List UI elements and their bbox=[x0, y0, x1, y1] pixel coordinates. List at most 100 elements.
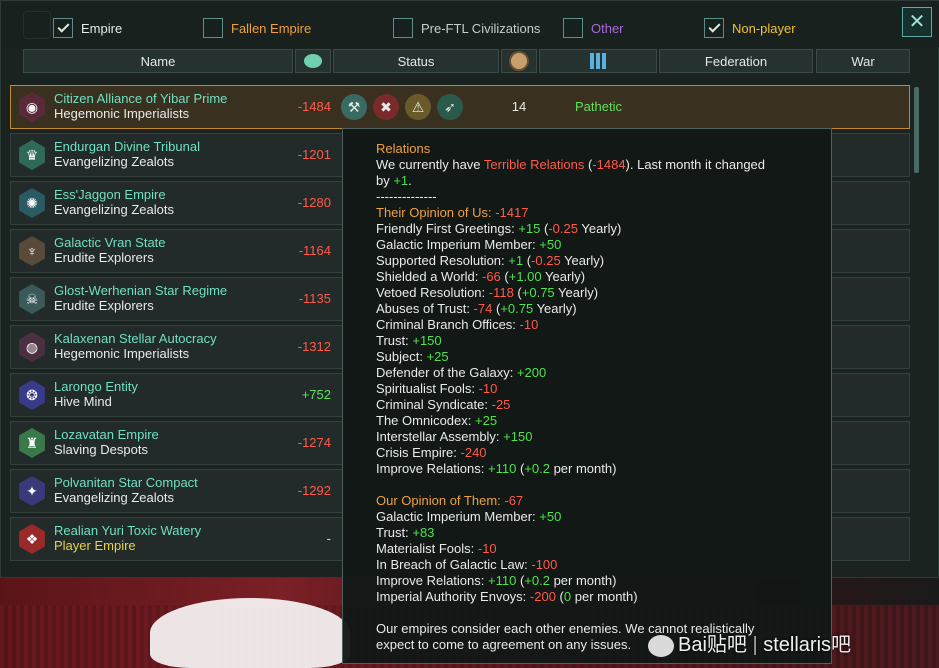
tooltip-text: -10 bbox=[519, 317, 539, 332]
opinion-modifier: Galactic Imperium Member: +50 bbox=[376, 509, 831, 525]
status-icons: ⚒ ✖ ⚠ ➶ bbox=[341, 94, 463, 120]
opinion-modifier: Improve Relations: +110 (+0.2 per month) bbox=[376, 461, 831, 477]
tooltip-text: Vetoed Resolution: bbox=[376, 285, 489, 300]
tooltip-text: Their Opinion of Us: bbox=[376, 205, 496, 220]
tooltip-text: +0.2 bbox=[524, 461, 550, 476]
filter-label: Other bbox=[591, 20, 624, 36]
filter-pre-ftl-civilizations[interactable]: Pre-FTL Civilizations bbox=[393, 15, 540, 41]
empire-name[interactable]: Glost-Werhenian Star Regime bbox=[54, 283, 227, 298]
tooltip-text: +0.2 bbox=[524, 573, 550, 588]
opinion-modifier: Criminal Syndicate: -25 bbox=[376, 397, 831, 413]
column-status-label: Status bbox=[397, 53, 435, 69]
close-button[interactable]: ✕ bbox=[902, 7, 932, 37]
opinion-modifier: Materialist Fools: -10 bbox=[376, 541, 831, 557]
empire-ethic: Evangelizing Zealots bbox=[54, 490, 174, 505]
science-ship-icon[interactable]: ⚒ bbox=[341, 94, 367, 120]
tooltip-text: -1417 bbox=[495, 205, 529, 220]
watermark-mid: 贴吧 bbox=[706, 634, 747, 656]
tooltip-text: Interstellar Assembly: bbox=[376, 429, 504, 444]
empire-emblem-icon: ✺ bbox=[19, 188, 45, 218]
filter-non-player[interactable]: Non-player bbox=[704, 15, 796, 41]
logo-icon bbox=[23, 11, 51, 39]
checkbox[interactable] bbox=[203, 18, 223, 38]
tooltip-text: . bbox=[408, 173, 412, 188]
column-power[interactable] bbox=[539, 49, 657, 73]
empire-emblem-icon: ✦ bbox=[19, 476, 45, 506]
checkbox[interactable] bbox=[704, 18, 724, 38]
filter-label: Non-player bbox=[732, 20, 796, 36]
empire-ethic: Hegemonic Imperialists bbox=[54, 346, 190, 361]
empire-name[interactable]: Polvanitan Star Compact bbox=[54, 475, 198, 490]
empire-name[interactable]: Kalaxenan Stellar Autocracy bbox=[54, 331, 217, 346]
opinion-value: +752 bbox=[301, 387, 331, 402]
empire-ethic: Hive Mind bbox=[54, 394, 112, 409]
tooltip-text: Relations bbox=[376, 141, 431, 156]
opinion-modifier: Shielded a World: -66 (+1.00 Yearly) bbox=[376, 269, 831, 285]
tooltip-text: We currently have bbox=[376, 157, 484, 172]
opinion-value: -1312 bbox=[297, 339, 331, 354]
growth-arrow-icon[interactable]: ➶ bbox=[437, 94, 463, 120]
filter-other[interactable]: Other bbox=[563, 15, 624, 41]
empire-name[interactable]: Lozavatan Empire bbox=[54, 427, 159, 442]
crossed-swords-icon[interactable]: ✖ bbox=[373, 94, 399, 120]
alert-icon[interactable]: ⚠ bbox=[405, 94, 431, 120]
tooltip-text: -67 bbox=[504, 493, 524, 508]
opinion-value: -1201 bbox=[297, 147, 331, 162]
opinion-modifier: Crisis Empire: -240 bbox=[376, 445, 831, 461]
opinion-value: - bbox=[326, 531, 331, 546]
empire-emblem-icon: ♜ bbox=[19, 428, 45, 458]
filter-label: Pre-FTL Civilizations bbox=[421, 20, 541, 36]
tooltip-text: +1 bbox=[393, 173, 409, 188]
tooltip-text: Galactic Imperium Member: bbox=[376, 237, 540, 252]
checkbox[interactable] bbox=[563, 18, 583, 38]
tooltip-text: -0.25 bbox=[531, 253, 561, 268]
watermark-left: Bai bbox=[678, 634, 707, 656]
their-opinion-header: Their Opinion of Us: -1417 bbox=[376, 205, 831, 221]
opinion-modifier: Vetoed Resolution: -118 (+0.75 Yearly) bbox=[376, 285, 831, 301]
tooltip-text: Spiritualist Fools: bbox=[376, 381, 479, 396]
opinion-modifier: Supported Resolution: +1 (-0.25 Yearly) bbox=[376, 253, 831, 269]
tooltip-text: Materialist Fools: bbox=[376, 541, 478, 556]
planet-count: 14 bbox=[511, 99, 527, 114]
column-opinion[interactable] bbox=[295, 49, 331, 73]
column-federation[interactable]: Federation bbox=[659, 49, 813, 73]
tooltip-text: Yearly) bbox=[541, 269, 586, 284]
scrollbar[interactable] bbox=[914, 87, 919, 173]
tooltip-text: -0.25 bbox=[548, 221, 578, 236]
filter-fallen-empire[interactable]: Fallen Empire bbox=[203, 15, 311, 41]
empire-ethic: Hegemonic Imperialists bbox=[54, 106, 190, 121]
empire-row[interactable]: ◉ Citizen Alliance of Yibar Prime Hegemoni… bbox=[10, 85, 910, 129]
opinion-modifier: The Omnicodex: +25 bbox=[376, 413, 831, 429]
empire-name[interactable]: Citizen Alliance of Yibar Prime bbox=[54, 91, 227, 106]
tooltip-text: expect to come to agreement on any issue… bbox=[376, 637, 632, 652]
tooltip-text: Crisis Empire: bbox=[376, 445, 461, 460]
power-bars-icon bbox=[590, 53, 606, 69]
tooltip-text: +150 bbox=[412, 333, 442, 348]
empire-name[interactable]: Galactic Vran State bbox=[54, 235, 166, 250]
empire-name[interactable]: Larongo Entity bbox=[54, 379, 138, 394]
checkbox[interactable] bbox=[393, 18, 413, 38]
empire-emblem-icon: ♆ bbox=[19, 236, 45, 266]
empire-ethic: Evangelizing Zealots bbox=[54, 202, 174, 217]
empire-emblem-icon: ◍ bbox=[19, 332, 45, 362]
opinion-modifier: Imperial Authority Envoys: -200 (0 per m… bbox=[376, 589, 831, 605]
tooltip-text: -100 bbox=[531, 557, 558, 572]
empire-emblem-icon: ❂ bbox=[19, 380, 45, 410]
opinion-modifier: Interstellar Assembly: +150 bbox=[376, 429, 831, 445]
empire-flag-emblem bbox=[150, 598, 350, 668]
tooltip-text: The Omnicodex: bbox=[376, 413, 475, 428]
filter-empire[interactable]: Empire bbox=[53, 15, 122, 41]
column-status[interactable]: Status bbox=[333, 49, 499, 73]
checkbox[interactable] bbox=[53, 18, 73, 38]
tooltip-text: Supported Resolution: bbox=[376, 253, 509, 268]
tooltip-text: Trust: bbox=[376, 333, 413, 348]
empire-name[interactable]: Realian Yuri Toxic Watery bbox=[54, 523, 201, 538]
opinion-modifier: Defender of the Galaxy: +200 bbox=[376, 365, 831, 381]
empire-name[interactable]: Endurgan Divine Tribunal bbox=[54, 139, 200, 154]
tooltip-text: In Breach of Galactic Law: bbox=[376, 557, 532, 572]
column-planets[interactable] bbox=[501, 49, 537, 73]
tooltip-heading: Relations bbox=[376, 141, 831, 157]
empire-name[interactable]: Ess'Jaggon Empire bbox=[54, 187, 166, 202]
column-name[interactable]: Name bbox=[23, 49, 293, 73]
column-war[interactable]: War bbox=[816, 49, 910, 73]
